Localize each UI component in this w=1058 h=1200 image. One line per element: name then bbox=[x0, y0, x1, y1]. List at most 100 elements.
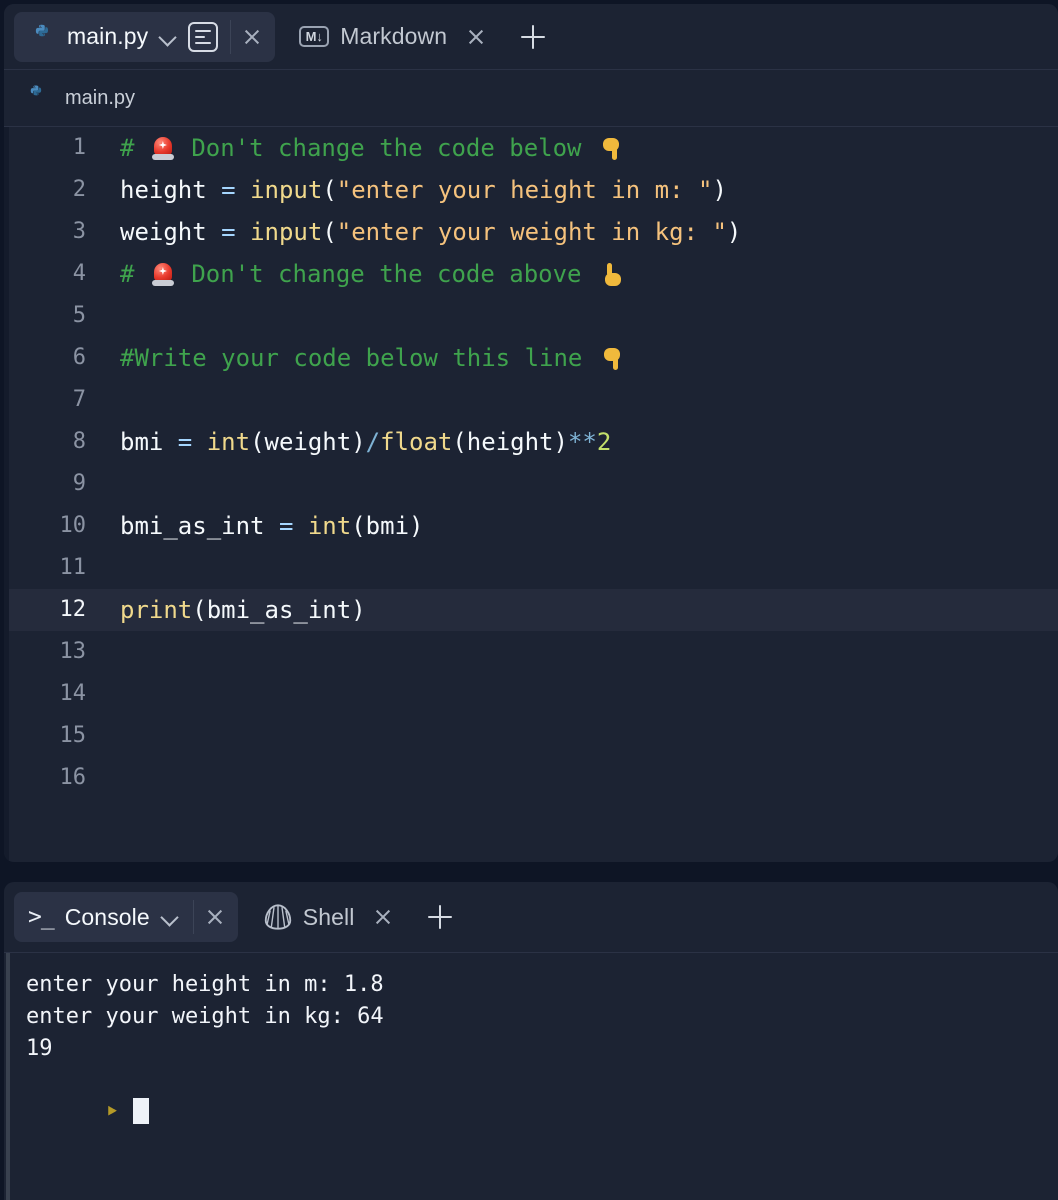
tab-label: Markdown bbox=[340, 23, 448, 49]
tab-label: Console bbox=[64, 903, 150, 930]
code-text: bmi = int(weight)/float(height)**2 bbox=[86, 421, 611, 463]
code-line[interactable]: 3 weight = input("enter your weight in kg… bbox=[4, 211, 1058, 253]
code-token: ** bbox=[567, 428, 597, 456]
line-number: 6 bbox=[72, 345, 86, 370]
line-number: 1 bbox=[72, 135, 86, 160]
code-line[interactable]: 4 # Don't change the code above bbox=[4, 253, 1058, 295]
code-token: #Write your code below this line bbox=[120, 344, 597, 372]
line-number: 13 bbox=[59, 639, 87, 664]
finger-up-emoji bbox=[600, 262, 624, 288]
line-number: 12 bbox=[59, 597, 87, 622]
line-number: 5 bbox=[72, 303, 86, 328]
terminal-prompt-icon: >_ bbox=[28, 904, 55, 930]
code-token: input bbox=[250, 176, 323, 204]
code-token: bmi bbox=[120, 428, 178, 456]
console-output-line: enter your height in m: 1.8 bbox=[26, 972, 384, 997]
code-line[interactable]: 7 bbox=[4, 379, 1058, 421]
code-token: input bbox=[250, 218, 323, 246]
console-output-line: 19 bbox=[26, 1036, 53, 1061]
code-token: (bmi) bbox=[351, 512, 424, 540]
code-token: ( bbox=[322, 218, 337, 246]
tab-main-py[interactable]: main.py bbox=[14, 11, 276, 62]
code-line[interactable]: 10 bmi_as_int = int(bmi) bbox=[4, 505, 1058, 547]
code-token: (bmi_as_int) bbox=[192, 596, 366, 624]
python-icon bbox=[28, 23, 56, 51]
code-line[interactable]: 1 # Don't change the code below bbox=[4, 127, 1058, 169]
code-token: weight bbox=[120, 218, 222, 246]
console-tab-bar: >_ Console Shell bbox=[4, 882, 1058, 953]
python-icon bbox=[24, 84, 52, 112]
chevron-down-icon[interactable] bbox=[159, 906, 181, 928]
code-token: ) bbox=[726, 218, 742, 246]
line-number: 14 bbox=[59, 681, 87, 706]
code-text: weight = input("enter your weight in kg:… bbox=[86, 211, 741, 253]
code-token: = bbox=[278, 512, 294, 540]
shell-icon bbox=[264, 904, 292, 930]
code-token: Don't change the code above bbox=[176, 260, 596, 288]
editor-left-rail bbox=[4, 127, 9, 861]
markdown-icon: M↓ bbox=[299, 26, 330, 47]
tab-divider bbox=[192, 900, 194, 934]
new-editor-tab-button[interactable] bbox=[511, 15, 555, 59]
code-line[interactable]: 13 bbox=[4, 631, 1058, 673]
chevron-down-icon[interactable] bbox=[157, 26, 179, 48]
line-number: 11 bbox=[59, 555, 87, 580]
finger-down-emoji bbox=[600, 136, 624, 162]
code-text: #Write your code below this line bbox=[86, 337, 625, 379]
tab-label: main.py bbox=[67, 23, 149, 49]
code-token: bmi_as_int bbox=[120, 512, 279, 540]
code-token: "enter your height in m: " bbox=[336, 176, 713, 204]
breadcrumb: main.py bbox=[4, 70, 1058, 127]
code-line[interactable]: 16 bbox=[4, 757, 1058, 799]
code-token: / bbox=[365, 428, 381, 456]
code-text: bmi_as_int = int(bmi) bbox=[86, 505, 423, 547]
code-line[interactable]: 5 bbox=[4, 295, 1058, 337]
code-line[interactable]: 12 print(bmi_as_int) bbox=[4, 589, 1058, 631]
close-tab-markdown-icon[interactable] bbox=[457, 18, 495, 56]
code-line[interactable]: 15 bbox=[4, 715, 1058, 757]
code-token: = bbox=[221, 176, 236, 204]
code-text: # Don't change the code below bbox=[86, 127, 624, 169]
code-token: ( bbox=[322, 176, 337, 204]
code-token: = bbox=[177, 428, 193, 456]
console-pane: >_ Console Shell enter your height in m:… bbox=[4, 882, 1058, 1200]
code-token: = bbox=[221, 218, 236, 246]
code-line[interactable]: 11 bbox=[4, 547, 1058, 589]
tab-shell[interactable]: Shell bbox=[254, 892, 407, 942]
line-number: 15 bbox=[59, 723, 87, 748]
console-scrollbar[interactable] bbox=[6, 953, 10, 1200]
close-tab-console-icon[interactable] bbox=[196, 898, 234, 936]
code-line[interactable]: 14 bbox=[4, 673, 1058, 715]
code-line[interactable]: 2 height = input("enter your height in m:… bbox=[4, 169, 1058, 211]
code-editor[interactable]: 1 # Don't change the code below 2 height =… bbox=[4, 127, 1058, 861]
line-number: 16 bbox=[59, 765, 87, 790]
code-token: int bbox=[206, 428, 251, 456]
code-line[interactable]: 9 bbox=[4, 463, 1058, 505]
code-token: 2 bbox=[596, 428, 612, 456]
code-token: (weight) bbox=[250, 428, 366, 456]
new-console-tab-button[interactable] bbox=[418, 895, 462, 939]
line-number: 3 bbox=[72, 219, 86, 244]
console-input-line[interactable]: ‣ bbox=[26, 1065, 1058, 1161]
tab-markdown[interactable]: M↓ Markdown bbox=[289, 12, 499, 62]
code-token: float bbox=[380, 428, 453, 456]
close-tab-shell-icon[interactable] bbox=[364, 898, 402, 936]
code-token: ) bbox=[712, 176, 727, 204]
code-line[interactable]: 8 bmi = int(weight)/float(height)**2 bbox=[4, 421, 1058, 463]
line-number: 7 bbox=[72, 387, 86, 412]
code-token: print bbox=[120, 596, 193, 624]
code-line[interactable]: 6 #Write your code below this line bbox=[4, 337, 1058, 379]
line-number: 8 bbox=[72, 429, 86, 454]
line-number: 4 bbox=[72, 261, 86, 286]
code-text: print(bmi_as_int) bbox=[86, 589, 366, 631]
close-tab-main-py-icon[interactable] bbox=[233, 18, 271, 56]
console-output[interactable]: enter your height in m: 1.8 enter your we… bbox=[4, 953, 1058, 1200]
editor-pane: main.py M↓ Markdown main.py 1 # Don't cha… bbox=[4, 4, 1058, 862]
tab-console[interactable]: >_ Console bbox=[14, 892, 238, 942]
preview-pane-icon[interactable] bbox=[188, 21, 219, 52]
